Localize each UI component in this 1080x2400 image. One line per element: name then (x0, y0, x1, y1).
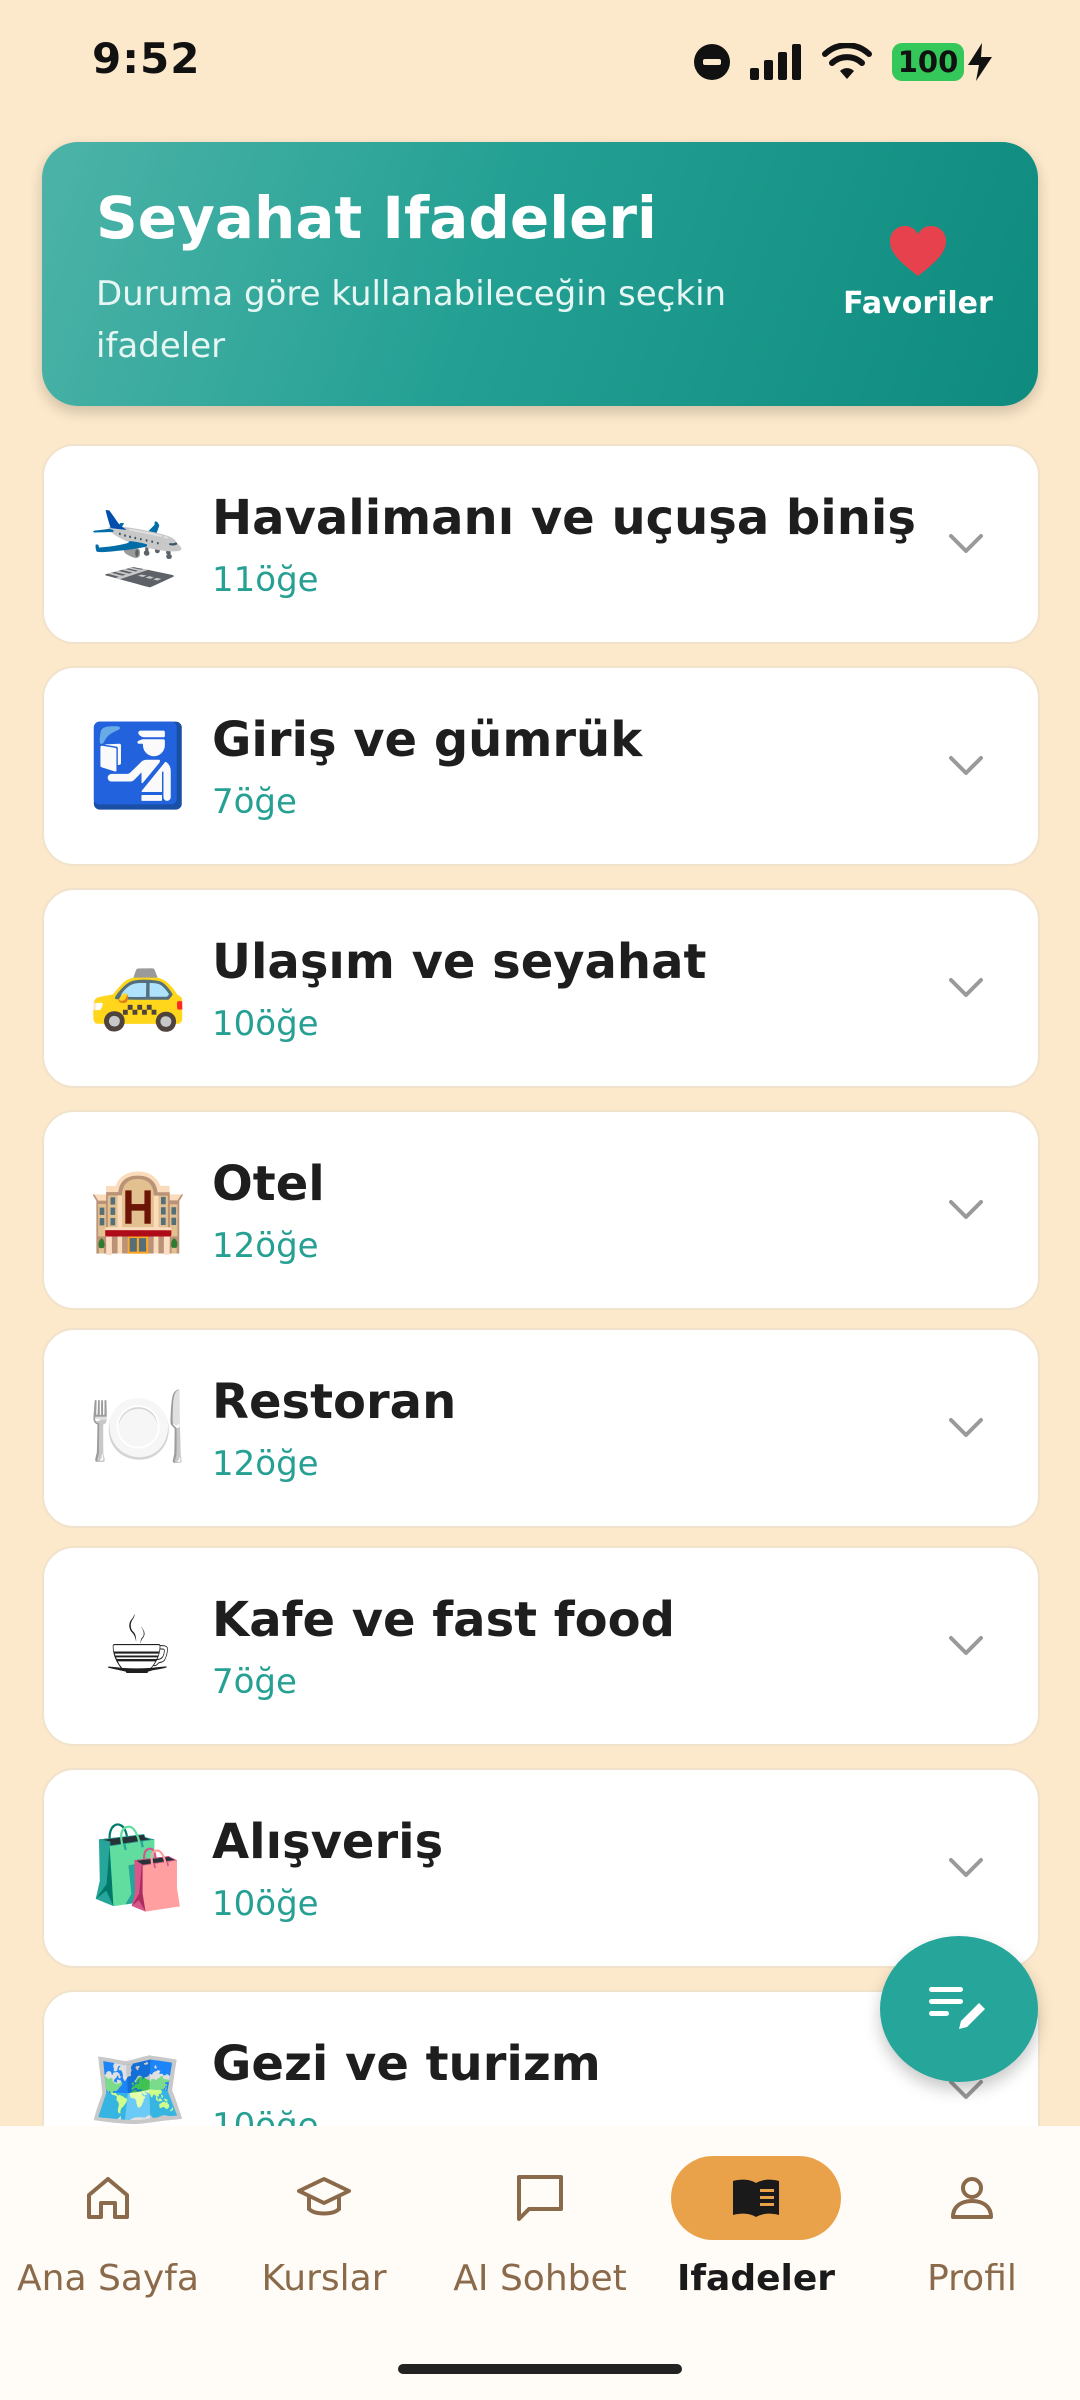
book-icon (733, 2179, 779, 2217)
category-title: Otel (212, 1156, 325, 1212)
favorites-button[interactable]: Favoriler (843, 226, 993, 321)
map-icon: 🗺️ (88, 2043, 188, 2136)
do-not-disturb-icon (694, 44, 730, 80)
home-indicator[interactable] (398, 2364, 682, 2374)
nav-courses[interactable]: Kurslar (216, 2156, 432, 2326)
category-card-hotel[interactable]: 🏨 Otel 12öğe (42, 1110, 1040, 1310)
home-icon (87, 2177, 129, 2219)
category-title: Ulaşım ve seyahat (212, 934, 707, 990)
category-count: 10öğe (212, 1004, 319, 1044)
category-title: Kafe ve fast food (212, 1592, 675, 1648)
edit-list-icon (929, 1987, 985, 2029)
nav-ai-chat[interactable]: AI Sohbet (432, 2156, 648, 2326)
chevron-down-icon[interactable] (948, 755, 984, 777)
category-card-airport[interactable]: 🛬 Havalimanı ve uçuşa biniş 11öğe (42, 444, 1040, 644)
category-card-shopping[interactable]: 🛍️ Alışveriş 10öğe (42, 1768, 1040, 1968)
header-card: Seyahat Ifadeleri Duruma göre kullanabil… (42, 142, 1038, 406)
nav-home[interactable]: Ana Sayfa (0, 2156, 216, 2326)
category-count: 12öğe (212, 1444, 319, 1484)
profile-icon (951, 2177, 993, 2219)
battery-indicator: 100 (892, 43, 964, 81)
taxi-icon: 🚕 (88, 941, 188, 1034)
category-card-transport[interactable]: 🚕 Ulaşım ve seyahat 10öğe (42, 888, 1040, 1088)
graduation-cap-icon (297, 2177, 351, 2216)
category-count: 11öğe (212, 560, 319, 600)
category-card-customs[interactable]: 🛂 Giriş ve gümrük 7öğe (42, 666, 1040, 866)
airplane-icon: 🛬 (88, 497, 188, 590)
chevron-down-icon[interactable] (948, 1417, 984, 1439)
hotel-icon: 🏨 (88, 1163, 188, 1256)
signal-icon (750, 44, 801, 80)
edit-list-fab[interactable] (880, 1936, 1038, 2082)
heart-icon (890, 226, 946, 276)
category-title: Havalimanı ve uçuşa biniş (212, 490, 916, 546)
nav-profile[interactable]: Profil (864, 2156, 1080, 2326)
category-count: 7öğe (212, 782, 297, 822)
category-title: Giriş ve gümrük (212, 712, 643, 768)
favorites-label: Favoriler (843, 286, 993, 321)
category-card-cafe[interactable]: ☕ Kafe ve fast food 7öğe (42, 1546, 1040, 1746)
category-title: Gezi ve turizm (212, 2036, 601, 2092)
plate-icon: 🍽️ (88, 1381, 188, 1474)
charging-bolt-icon (968, 43, 992, 81)
nav-label: Ifadeler (676, 2258, 836, 2299)
wifi-icon (822, 43, 872, 79)
status-bar: 9:52 100 (0, 0, 1080, 124)
coffee-icon: ☕ (102, 1599, 174, 1692)
category-count: 12öğe (212, 1226, 319, 1266)
page-title: Seyahat Ifadeleri (96, 184, 657, 252)
category-title: Restoran (212, 1374, 457, 1430)
nav-phrases[interactable]: Ifadeler (648, 2156, 864, 2326)
chat-icon (517, 2175, 563, 2221)
chevron-down-icon[interactable] (948, 1857, 984, 1879)
nav-label: Kurslar (261, 2258, 387, 2299)
category-title: Alışveriş (212, 1814, 444, 1870)
chevron-down-icon[interactable] (948, 1199, 984, 1221)
category-count: 7öğe (212, 1662, 297, 1702)
nav-label: AI Sohbet (453, 2258, 627, 2299)
chevron-down-icon[interactable] (948, 977, 984, 999)
nav-label: Ana Sayfa (17, 2258, 199, 2299)
category-count: 10öğe (212, 1884, 319, 1924)
status-time: 9:52 (92, 34, 201, 83)
page-subtitle: Duruma göre kullanabileceğin seçkin ifad… (96, 274, 727, 366)
bottom-navigation: Ana Sayfa Kurslar AI Sohbet Ifadeler Pro… (0, 2126, 1080, 2400)
category-card-restaurant[interactable]: 🍽️ Restoran 12öğe (42, 1328, 1040, 1528)
chevron-down-icon[interactable] (948, 533, 984, 555)
shopping-bags-icon: 🛍️ (88, 1821, 188, 1914)
status-icons: 100 (694, 40, 994, 84)
passport-control-icon: 🛂 (88, 719, 188, 812)
chevron-down-icon[interactable] (948, 2079, 984, 2101)
nav-label: Profil (927, 2258, 1017, 2299)
chevron-down-icon[interactable] (948, 1635, 984, 1657)
